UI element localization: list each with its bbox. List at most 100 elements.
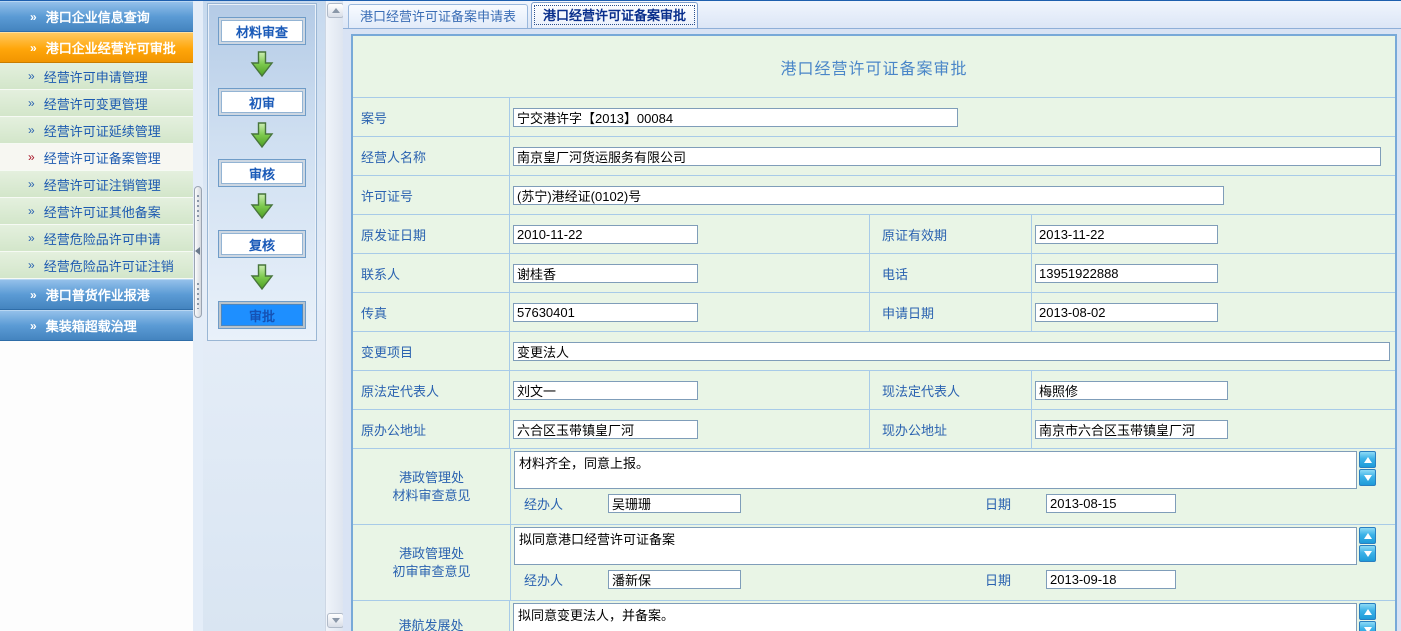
- curr-legal-rep-input[interactable]: [1035, 381, 1228, 400]
- field-label: 现法定代表人: [870, 371, 1032, 409]
- field-label: 现办公地址: [870, 410, 1032, 448]
- workflow-down-arrow-icon: [250, 51, 274, 77]
- form-row-office-addrs: 原办公地址 现办公地址: [353, 410, 1395, 449]
- operator-name-input[interactable]: [513, 147, 1381, 166]
- sidebar-item-dangerous-goods-cancel[interactable]: » 经营危险品许可证注销: [0, 252, 193, 279]
- case-no-input[interactable]: [513, 108, 958, 127]
- form-row-issue-valid-dates: 原发证日期 原证有效期: [353, 215, 1395, 254]
- menu-arrow-icon: »: [30, 11, 37, 23]
- workflow-down-arrow-icon: [250, 264, 274, 290]
- dept-name: 港政管理处: [399, 545, 464, 563]
- scroll-down-button[interactable]: [1359, 621, 1376, 631]
- opinion-row-first-review: 港政管理处 初审审查意见 拟同意港口经营许可证备案 经办人: [353, 525, 1395, 601]
- sidebar-item-label: 经营许可申请管理: [44, 67, 148, 86]
- arrow-down-icon: [1364, 551, 1372, 557]
- form-row-contact-phone: 联系人 电话: [353, 254, 1395, 293]
- sidebar-item-label: 经营许可证备案管理: [44, 148, 161, 167]
- sidebar-item-license-apply-mgmt[interactable]: » 经营许可申请管理: [0, 63, 193, 90]
- field-label: 经营人名称: [353, 137, 510, 175]
- window-top-edge: [0, 0, 1401, 1]
- dept-name: 港航发展处: [398, 617, 463, 631]
- apply-date-input[interactable]: [1035, 303, 1218, 322]
- tab-record-application-form[interactable]: 港口经营许可证备案申请表: [348, 4, 528, 28]
- first-review-date-input[interactable]: [1046, 570, 1176, 589]
- orig-legal-rep-input[interactable]: [513, 381, 698, 400]
- approval-form: 港口经营许可证备案审批 案号 经营人名称 许可证号: [351, 34, 1397, 631]
- sidebar-item-dangerous-goods-apply[interactable]: » 经营危险品许可申请: [0, 225, 193, 252]
- opinion-dept-label: 港航发展处: [353, 601, 510, 631]
- workflow-step-approve[interactable]: 审批: [218, 301, 306, 329]
- tab-record-approval[interactable]: 港口经营许可证备案审批: [531, 2, 698, 28]
- textarea-scroll-buttons: [1359, 451, 1377, 486]
- change-item-input[interactable]: [513, 342, 1390, 361]
- material-review-operator-input[interactable]: [608, 494, 741, 513]
- form-row-operator-name: 经营人名称: [353, 137, 1395, 176]
- orig-office-addr-input[interactable]: [513, 420, 698, 439]
- sidebar-menu: » 港口企业信息查询 » 港口企业经营许可审批 » 经营许可申请管理 » 经营许…: [0, 1, 193, 631]
- scroll-up-button[interactable]: [1359, 603, 1376, 620]
- sidebar-item-license-renewal-mgmt[interactable]: » 经营许可证延续管理: [0, 117, 193, 144]
- dept-name: 港政管理处: [399, 469, 464, 487]
- form-row-fax-applydate: 传真 申请日期: [353, 293, 1395, 332]
- field-label: 变更项目: [353, 332, 510, 370]
- opinion-dept-label: 港政管理处 材料审查意见: [353, 449, 511, 524]
- sidebar-item-license-other-record[interactable]: » 经营许可证其他备案: [0, 198, 193, 225]
- scroll-down-button[interactable]: [1359, 545, 1376, 562]
- field-label: 许可证号: [353, 176, 510, 214]
- license-no-input[interactable]: [513, 186, 1224, 205]
- material-review-opinion-textarea[interactable]: 材料齐全，同意上报。: [514, 451, 1357, 489]
- workflow-step-recheck[interactable]: 复核: [218, 230, 306, 258]
- material-review-date-input[interactable]: [1046, 494, 1176, 513]
- main-content: 港口经营许可证备案申请表 港口经营许可证备案审批 港口经营许可证备案审批 案号 …: [343, 1, 1401, 631]
- workflow-step-label: 审批: [249, 306, 275, 325]
- sidebar-item-label: 经营危险品许可申请: [44, 229, 161, 248]
- scroll-up-button[interactable]: [1359, 451, 1376, 468]
- orig-valid-until-input[interactable]: [1035, 225, 1218, 244]
- splitter-handle[interactable]: [194, 186, 202, 318]
- first-review-operator-input[interactable]: [608, 570, 741, 589]
- arrow-down-icon: [1364, 475, 1372, 481]
- sidebar-item-port-license-approval[interactable]: » 港口企业经营许可审批: [0, 32, 193, 63]
- sidebar-item-license-cancel-mgmt[interactable]: » 经营许可证注销管理: [0, 171, 193, 198]
- tab-bar: 港口经营许可证备案申请表 港口经营许可证备案审批: [343, 1, 1401, 29]
- port-dev-opinion-textarea[interactable]: 拟同意变更法人，并备案。: [513, 603, 1357, 631]
- contact-person-input[interactable]: [513, 264, 698, 283]
- arrow-down-icon: [1364, 627, 1372, 631]
- first-review-opinion-textarea[interactable]: 拟同意港口经营许可证备案: [514, 527, 1357, 565]
- content-scrollbar[interactable]: [325, 1, 344, 631]
- phone-input[interactable]: [1035, 264, 1218, 283]
- menu-arrow-icon: »: [28, 178, 35, 190]
- sidebar-item-label: 港口普货作业报港: [46, 285, 150, 304]
- workflow-step-label: 审核: [249, 164, 275, 183]
- workflow-step-review[interactable]: 审核: [218, 159, 306, 187]
- opinion-row-material-review: 港政管理处 材料审查意见 材料齐全，同意上报。 经办人: [353, 449, 1395, 525]
- sidebar-item-label: 经营许可证注销管理: [44, 175, 161, 194]
- operator-label: 经办人: [524, 570, 563, 589]
- arrow-up-icon: [1364, 457, 1372, 463]
- sidebar-splitter[interactable]: [193, 1, 203, 631]
- form-row-case-no: 案号: [353, 98, 1395, 137]
- sidebar-item-license-record-mgmt[interactable]: » 经营许可证备案管理: [0, 144, 193, 171]
- sidebar-item-port-enterprise-info[interactable]: » 港口企业信息查询: [0, 1, 193, 32]
- form-row-legal-reps: 原法定代表人 现法定代表人: [353, 371, 1395, 410]
- sidebar-item-label: 经营许可证其他备案: [44, 202, 161, 221]
- workflow-step-material-review[interactable]: 材料审查: [218, 17, 306, 45]
- form-scroll-area: 港口经营许可证备案审批 案号 经营人名称 许可证号: [343, 30, 1401, 631]
- sidebar-item-container-overload[interactable]: » 集装箱超载治理: [0, 310, 193, 341]
- field-label: 联系人: [353, 254, 510, 292]
- scroll-up-button[interactable]: [327, 3, 344, 18]
- sidebar-item-license-change-mgmt[interactable]: » 经营许可变更管理: [0, 90, 193, 117]
- menu-arrow-icon: »: [30, 320, 37, 332]
- sidebar-item-general-cargo-report[interactable]: » 港口普货作业报港: [0, 279, 193, 310]
- sidebar-item-label: 集装箱超载治理: [46, 316, 137, 335]
- fax-input[interactable]: [513, 303, 698, 322]
- scroll-down-button[interactable]: [1359, 469, 1376, 486]
- menu-arrow-icon: »: [28, 232, 35, 244]
- sidebar-item-label: 港口企业信息查询: [46, 7, 150, 26]
- scroll-up-button[interactable]: [1359, 527, 1376, 544]
- orig-issue-date-input[interactable]: [513, 225, 698, 244]
- scroll-down-button[interactable]: [327, 613, 344, 628]
- sidebar-item-label: 港口企业经营许可审批: [46, 38, 176, 57]
- curr-office-addr-input[interactable]: [1035, 420, 1228, 439]
- workflow-step-first-review[interactable]: 初审: [218, 88, 306, 116]
